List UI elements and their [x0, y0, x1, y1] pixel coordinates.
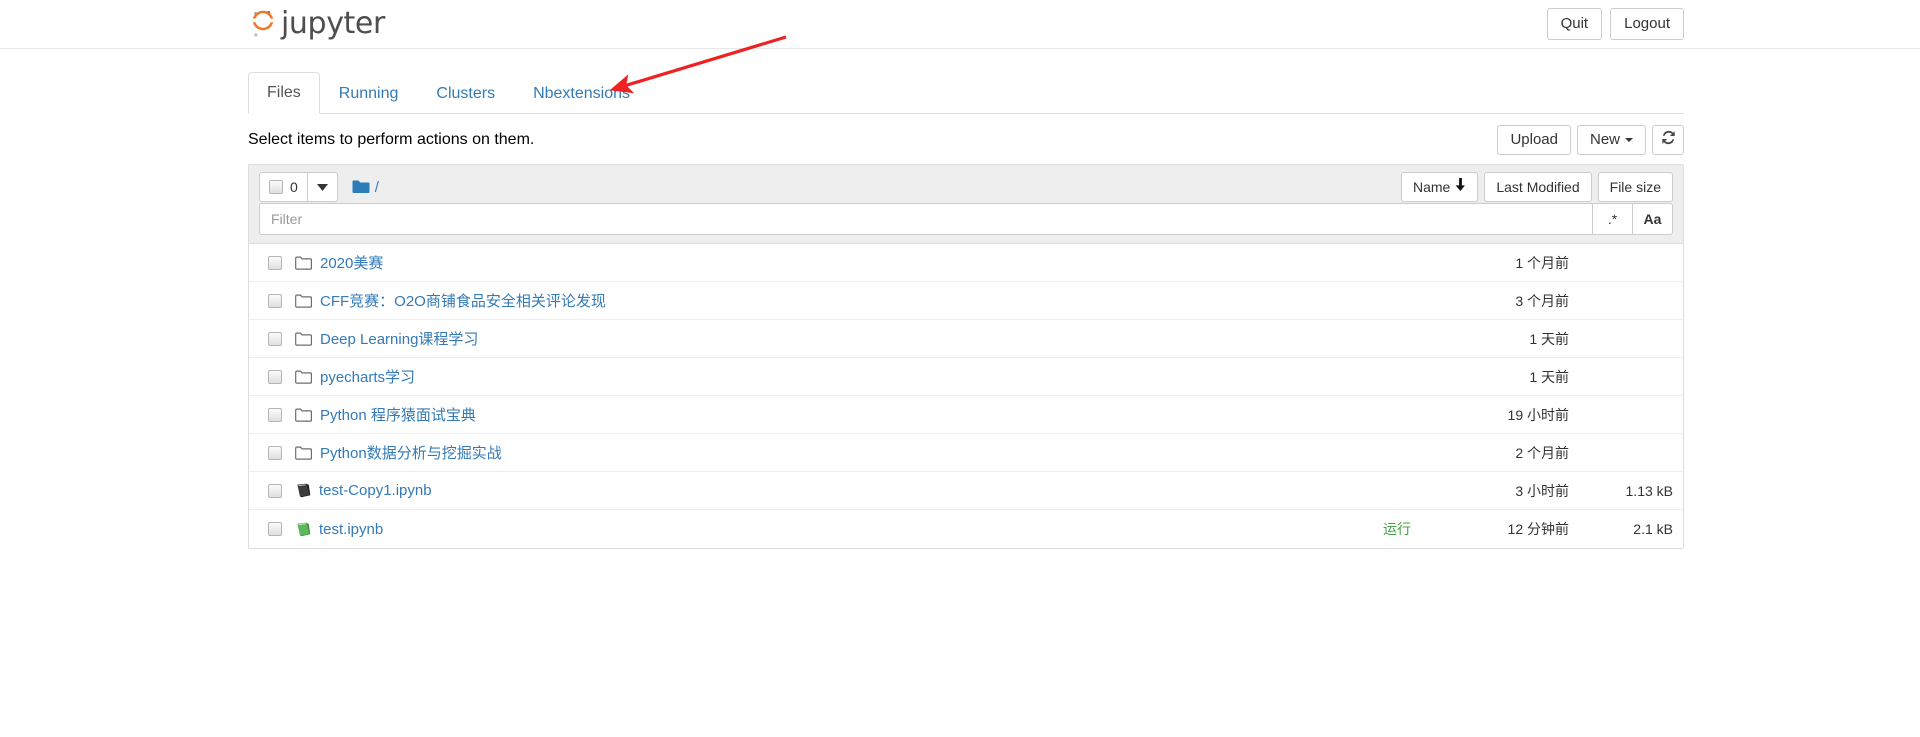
table-row[interactable]: Deep Learning课程学习 1 天前: [249, 320, 1683, 358]
folder-icon: [295, 332, 312, 346]
folder-icon: [295, 370, 312, 384]
filter-case-toggle[interactable]: Aa: [1633, 203, 1673, 235]
upload-button[interactable]: Upload: [1497, 125, 1571, 156]
file-link[interactable]: Python 程序猿面试宝典: [320, 404, 476, 425]
file-link[interactable]: pyecharts学习: [320, 366, 415, 387]
jupyter-logo-icon: [248, 9, 281, 39]
new-button[interactable]: New: [1576, 125, 1646, 156]
file-size-cell: 1.13 kB: [1625, 482, 1673, 499]
file-link[interactable]: 2020美赛: [320, 252, 383, 273]
last-modified-cell: 2 个月前: [1515, 444, 1569, 461]
toolbar-top-line: 0 / Name Last Modified File size: [259, 171, 1673, 203]
row-checkbox[interactable]: [268, 407, 282, 422]
row-checkbox[interactable]: [268, 445, 282, 460]
table-row[interactable]: test.ipynb 运行 12 分钟前 2.1 kB: [249, 510, 1683, 548]
page-header: jupyter Quit Logout: [0, 0, 1920, 49]
select-all-button[interactable]: 0: [259, 172, 308, 202]
last-modified-cell: 1 天前: [1529, 330, 1569, 347]
refresh-icon: [1661, 130, 1676, 150]
sort-by-last-modified-button[interactable]: Last Modified: [1484, 171, 1592, 203]
file-list: 2020美赛 1 个月前 CFF竞赛：O2O商铺食品安全相关评论发现 3 个月前 Dee…: [249, 244, 1683, 548]
file-link[interactable]: CFF竞赛：O2O商铺食品安全相关评论发现: [320, 290, 606, 311]
table-row[interactable]: Python数据分析与挖掘实战 2 个月前: [249, 434, 1683, 472]
dashboard-tabs: Files Running Clusters Nbextensions: [248, 71, 1684, 114]
folder-icon: [295, 408, 312, 422]
folder-filled-icon: [352, 180, 370, 194]
tab-clusters[interactable]: Clusters: [417, 73, 514, 114]
last-modified-cell: 3 小时前: [1515, 482, 1569, 499]
file-size-cell: 2.1 kB: [1633, 521, 1673, 537]
breadcrumb: /: [352, 179, 379, 196]
brand-text: jupyter: [281, 6, 385, 41]
row-checkbox[interactable]: [268, 293, 282, 308]
tab-running[interactable]: Running: [320, 73, 418, 114]
tab-nbextensions[interactable]: Nbextensions: [514, 73, 649, 114]
jupyter-notebook-dashboard: jupyter Quit Logout Files Running Cluste…: [0, 0, 1920, 737]
last-modified-cell: 19 小时前: [1507, 406, 1569, 423]
file-link[interactable]: Deep Learning课程学习: [320, 328, 478, 349]
filter-regex-toggle[interactable]: .*: [1593, 203, 1633, 235]
row-checkbox[interactable]: [268, 255, 282, 270]
table-row[interactable]: Python 程序猿面试宝典 19 小时前: [249, 396, 1683, 434]
caret-down-icon: [1625, 138, 1633, 143]
row-checkbox[interactable]: [268, 522, 282, 536]
notebook-icon: [295, 483, 311, 498]
breadcrumb-root-link[interactable]: /: [375, 179, 379, 196]
sort-buttons: Name Last Modified File size: [1401, 171, 1673, 203]
new-button-label: New: [1589, 131, 1620, 148]
arrow-down-icon: [1455, 178, 1466, 196]
filter-input[interactable]: [259, 203, 1593, 235]
refresh-button[interactable]: [1652, 125, 1684, 156]
last-modified-cell: 1 天前: [1529, 368, 1569, 385]
jupyter-brand[interactable]: jupyter: [248, 2, 385, 46]
checkbox-icon[interactable]: [269, 180, 283, 194]
sort-name-label: Name: [1413, 178, 1451, 195]
select-all-group: 0: [259, 172, 338, 202]
sort-by-name-button[interactable]: Name: [1401, 171, 1479, 203]
file-link[interactable]: test.ipynb: [319, 521, 383, 538]
table-row[interactable]: pyecharts学习 1 天前: [249, 358, 1683, 396]
file-actions: Upload New: [1497, 125, 1684, 156]
header-actions: Quit Logout: [1546, 8, 1684, 41]
file-link[interactable]: Python数据分析与挖掘实战: [320, 442, 502, 463]
table-row[interactable]: test-Copy1.ipynb 3 小时前 1.13 kB: [249, 472, 1683, 510]
sort-by-file-size-button[interactable]: File size: [1597, 171, 1673, 203]
table-row[interactable]: 2020美赛 1 个月前: [249, 244, 1683, 282]
folder-icon: [295, 446, 312, 460]
file-link[interactable]: test-Copy1.ipynb: [319, 482, 432, 499]
last-modified-cell: 1 个月前: [1515, 254, 1569, 271]
last-modified-cell: 3 个月前: [1515, 292, 1569, 309]
table-row[interactable]: CFF竞赛：O2O商铺食品安全相关评论发现 3 个月前: [249, 282, 1683, 320]
selected-count: 0: [290, 179, 298, 195]
select-items-notice: Select items to perform actions on them.: [248, 131, 535, 148]
file-list-toolbar: 0 / Name Last Modified File size Filter …: [249, 165, 1683, 244]
running-badge: 运行: [1383, 521, 1411, 537]
folder-icon: [295, 294, 312, 308]
row-checkbox[interactable]: [268, 331, 282, 346]
row-checkbox[interactable]: [268, 369, 282, 384]
caret-down-icon: [316, 178, 328, 196]
filter-line: .* Aa: [259, 203, 1673, 243]
last-modified-cell: 12 分钟前: [1507, 521, 1569, 537]
quit-button[interactable]: Quit: [1546, 8, 1603, 41]
notebook-running-icon: [295, 522, 311, 537]
row-checkbox[interactable]: [268, 483, 282, 498]
select-dropdown-button[interactable]: [307, 172, 338, 202]
logout-button[interactable]: Logout: [1610, 8, 1684, 41]
file-list-panel: 0 / Name Last Modified File size Filter …: [248, 164, 1684, 549]
folder-icon: [295, 256, 312, 270]
tab-files[interactable]: Files: [248, 71, 320, 114]
